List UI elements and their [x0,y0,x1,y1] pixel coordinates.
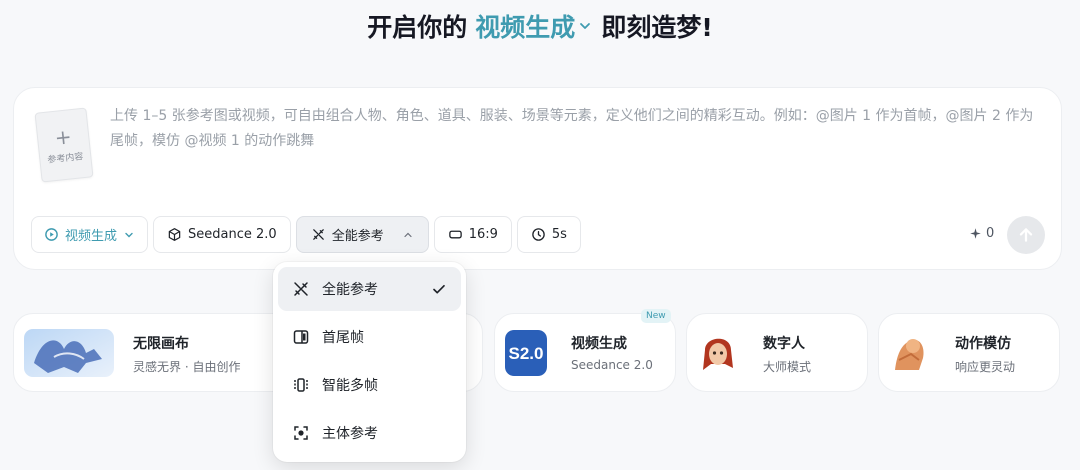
reference-mode-button[interactable]: 全能参考 [295,216,429,253]
sparkle-icon [970,228,981,239]
card-subtitle: 响应更灵动 [955,360,1016,374]
model-select-label: Seedance 2.0 [188,227,277,242]
headline-prefix: 开启你的 [367,13,468,42]
seedance-logo: S2.0 [505,330,547,376]
aspect-ratio-icon [448,230,462,239]
model-select-button[interactable]: Seedance 2.0 [153,216,291,253]
clock-icon [532,228,545,241]
subject-reference-icon [294,426,308,440]
reference-upload-card[interactable]: + 参考内容 [34,107,94,183]
card-title: 无限画布 [133,336,189,352]
card-subtitle: 大师模式 [763,360,812,374]
chevron-up-icon [404,232,412,237]
pegasus-image [24,329,114,377]
credits-counter: 0 [969,226,994,241]
menu-item-multi-frame[interactable]: 智能多帧 [278,363,461,407]
duration-label: 5s [551,227,567,242]
new-badge: New [641,309,671,323]
feature-card-digital-human[interactable]: 数字人 大师模式 [686,313,868,392]
send-button[interactable] [1007,216,1045,254]
motion-image [889,330,931,376]
all-reference-icon [294,282,308,296]
menu-item-first-last-frame[interactable]: 首尾帧 [278,315,461,359]
prompt-composer: + 参考内容 上传 1–5 张参考图或视频，可自由组合人物、角色、道具、服装、场… [13,87,1062,270]
aspect-ratio-button[interactable]: 16:9 [433,216,512,253]
menu-item-all-reference[interactable]: 全能参考 [278,267,461,311]
all-reference-icon [312,229,324,240]
mode-select-label: 视频生成 [65,229,118,244]
reference-upload-label: 参考内容 [46,151,84,166]
headline-suffix: 即刻造梦! [601,13,713,42]
menu-item-label: 智能多帧 [322,378,378,394]
card-title: 视频生成 [571,336,627,352]
reference-mode-menu: 全能参考 首尾帧 智能多帧 主体参考 [273,262,466,462]
first-last-frame-icon [293,330,309,344]
duration-button[interactable]: 5s [516,216,581,253]
mode-select-button[interactable]: 视频生成 [31,216,149,253]
feature-card-video[interactable]: S2.0 视频生成 Seedance 2.0 [494,313,676,392]
menu-item-label: 主体参考 [322,426,378,442]
composer-toolbar: 视频生成 Seedance 2.0 全能参考 16:9 5s [31,216,581,253]
chevron-down-icon [580,23,591,29]
card-subtitle: 灵感无界 · 自由创作 [133,360,241,374]
multi-frame-icon [294,378,308,392]
credits-value: 0 [986,226,995,241]
prompt-input[interactable]: 上传 1–5 张参考图或视频，可自由组合人物、角色、道具、服装、场景等元素，定义… [110,104,1040,154]
card-title: 动作模仿 [955,336,1011,352]
aspect-ratio-label: 16:9 [468,227,498,242]
reference-mode-label: 全能参考 [331,229,384,244]
video-generate-icon [45,228,58,241]
menu-item-label: 全能参考 [322,282,378,298]
menu-item-label: 首尾帧 [322,330,364,346]
feature-card-motion[interactable]: 动作模仿 响应更灵动 [878,313,1060,392]
check-icon [433,284,445,294]
menu-item-subject-reference[interactable]: 主体参考 [278,411,461,455]
page-headline: 开启你的 视频生成 即刻造梦! [0,8,1080,44]
arrow-up-icon [1019,228,1033,242]
headline-mode-label: 视频生成 [475,13,576,42]
digital-human-image [697,330,739,376]
cube-icon [168,228,181,241]
svg-text:S2.0: S2.0 [509,344,544,363]
card-title: 数字人 [763,336,805,352]
card-subtitle: Seedance 2.0 [571,358,653,372]
plus-icon: + [53,123,73,150]
chevron-down-icon [125,232,133,237]
headline-mode-selector[interactable]: 视频生成 [475,8,593,44]
